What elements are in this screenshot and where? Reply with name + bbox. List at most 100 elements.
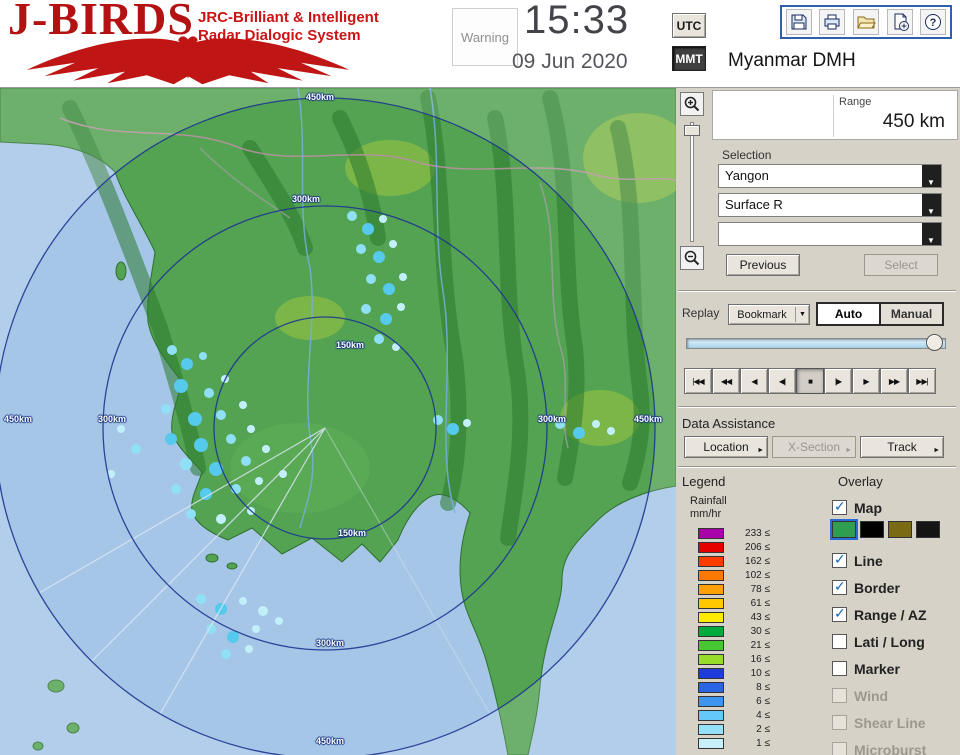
location-button[interactable]: Location (684, 436, 768, 458)
range-value: 450 km (882, 111, 945, 132)
zoom-slider-track[interactable] (690, 122, 694, 242)
replay-mode-manual-button[interactable]: Manual (879, 304, 942, 324)
overlay-item-label: Microburst (854, 741, 927, 755)
overlay-row: Border (832, 574, 927, 601)
previous-button[interactable]: Previous (726, 254, 800, 276)
radar-map[interactable]: 450km 300km 150km 150km 300km 450km 450k… (0, 87, 693, 755)
playback-stop-button[interactable]: ■ (796, 368, 824, 394)
toolbar: ? (780, 5, 952, 39)
folder-button[interactable] (852, 9, 879, 35)
legend-scale-row: 206 ≤ (698, 540, 770, 554)
legend-scale-row: 61 ≤ (698, 596, 770, 610)
legend-value: 30 ≤ (750, 625, 770, 637)
print-button[interactable] (819, 9, 846, 35)
legend-scale-row: 102 ≤ (698, 568, 770, 582)
help-button[interactable]: ? (920, 9, 947, 35)
playback-step-back-button[interactable]: ◀| (768, 368, 796, 394)
range-panel: Range 450 km (712, 90, 958, 140)
overlay-label: Overlay (838, 474, 883, 489)
replay-mode-auto-button[interactable]: Auto (818, 304, 879, 324)
warning-indicator[interactable]: Warning (452, 8, 518, 66)
export-button[interactable] (886, 9, 913, 35)
overlay-checkbox-marker[interactable] (832, 661, 847, 676)
legend-scale-row: 78 ≤ (698, 582, 770, 596)
overlay-checkbox-map[interactable] (832, 498, 847, 515)
legend-scale-row: 6 ≤ (698, 694, 770, 708)
playback-step-forward-button[interactable]: |▶ (824, 368, 852, 394)
zoom-slider[interactable] (684, 122, 700, 242)
overlay-checkbox-wind[interactable] (832, 688, 847, 703)
replay-timeline-slider[interactable] (686, 338, 946, 349)
x-section-button[interactable]: X-Section (772, 436, 856, 458)
product-dropdown[interactable]: Surface R (718, 193, 942, 223)
ring-label: 150km (338, 528, 367, 538)
playback-skip-to-end-button[interactable]: ▶▶| (908, 368, 936, 394)
legend-value: 102 ≤ (745, 569, 770, 581)
dropdown-arrow-icon[interactable] (922, 194, 941, 223)
submenu-arrow-icon (845, 441, 852, 455)
submenu-arrow-icon (757, 441, 764, 455)
overlay-item-label: Border (854, 579, 900, 596)
logo-subtitle-line1: JRC-Brilliant & Intelligent (198, 9, 379, 26)
ring-label: 450km (4, 414, 33, 424)
overlay-checkbox-shear-line[interactable] (832, 715, 847, 730)
map-palette-swatch[interactable] (916, 521, 940, 538)
overlay-checkbox-line[interactable] (832, 551, 847, 568)
playback-glyph: ◀| (778, 376, 786, 386)
mmt-button[interactable]: MMT (672, 46, 706, 71)
playback-fast-forward-button[interactable]: ▶▶ (880, 368, 908, 394)
playback-play-reverse-button[interactable]: ◀ (740, 368, 768, 394)
legend-scale-row: 43 ≤ (698, 610, 770, 624)
legend-scale-row: 233 ≤ (698, 526, 770, 540)
map-palette-swatch[interactable] (830, 519, 858, 540)
map-palette-swatch[interactable] (888, 521, 912, 538)
legend-color-swatch (698, 625, 724, 637)
legend-color-swatch (698, 597, 724, 609)
dropdown-arrow-icon[interactable] (922, 165, 941, 194)
track-button[interactable]: Track (860, 436, 944, 458)
playback-play-button[interactable]: ▶ (852, 368, 880, 394)
overlay-checkbox-microburst[interactable] (832, 742, 847, 755)
legend-scale: 233 ≤ 206 ≤ 162 ≤ 102 ≤ 78 ≤ 61 ≤ 43 ≤ 3… (698, 526, 770, 750)
save-button[interactable] (785, 9, 812, 35)
utc-button[interactable]: UTC (672, 13, 706, 38)
eagle-logo-icon (26, 36, 350, 85)
legend-scale-row: 1 ≤ (698, 736, 770, 750)
legend-value: 8 ≤ (756, 681, 770, 693)
overlay-row: Line (832, 547, 927, 574)
ring-label: 300km (292, 194, 321, 204)
ring-label: 300km (316, 638, 345, 648)
zoom-slider-thumb[interactable] (684, 125, 700, 136)
legend-scale-row: 10 ≤ (698, 666, 770, 680)
zoom-out-button[interactable] (680, 246, 704, 270)
map-palette-swatch[interactable] (860, 521, 884, 538)
playback-skip-to-start-button[interactable]: |◀◀ (684, 368, 712, 394)
legend-color-swatch (698, 667, 724, 679)
zoom-in-button[interactable] (680, 92, 704, 116)
extra-dropdown[interactable] (718, 222, 942, 252)
dropdown-arrow-icon[interactable] (922, 223, 941, 252)
ring-label: 300km (538, 414, 567, 424)
legend-value: 16 ≤ (750, 653, 770, 665)
playback-controls: |◀◀ ◀◀ ◀ ◀| ■ |▶ ▶ ▶▶ ▶▶| (684, 368, 936, 394)
replay-timeline-thumb[interactable] (926, 334, 943, 351)
bookmark-button[interactable]: Bookmark (728, 304, 810, 325)
clock-time: 15:33 (524, 0, 630, 42)
overlay-item-label: Shear Line (854, 714, 926, 731)
legend-unit-line2: mm/hr (690, 508, 722, 520)
overlay-item-label: Lati / Long (854, 633, 925, 650)
site-dropdown[interactable]: Yangon (718, 164, 942, 194)
select-button[interactable]: Select (864, 254, 938, 276)
playback-glyph: ▶ (863, 376, 869, 386)
site-dropdown-value: Yangon (725, 168, 769, 183)
overlay-checkbox-lati-long[interactable] (832, 634, 847, 649)
playback-fast-rewind-button[interactable]: ◀◀ (712, 368, 740, 394)
playback-glyph: |▶ (834, 376, 842, 386)
map-palette (830, 519, 940, 540)
zoom-out-icon (684, 250, 700, 266)
legend-color-swatch (698, 611, 724, 623)
overlay-checkbox-border[interactable] (832, 578, 847, 595)
legend-value: 2 ≤ (756, 723, 770, 735)
overlay-checkbox-range-az[interactable] (832, 605, 847, 622)
bookmark-label: Bookmark (737, 308, 787, 321)
